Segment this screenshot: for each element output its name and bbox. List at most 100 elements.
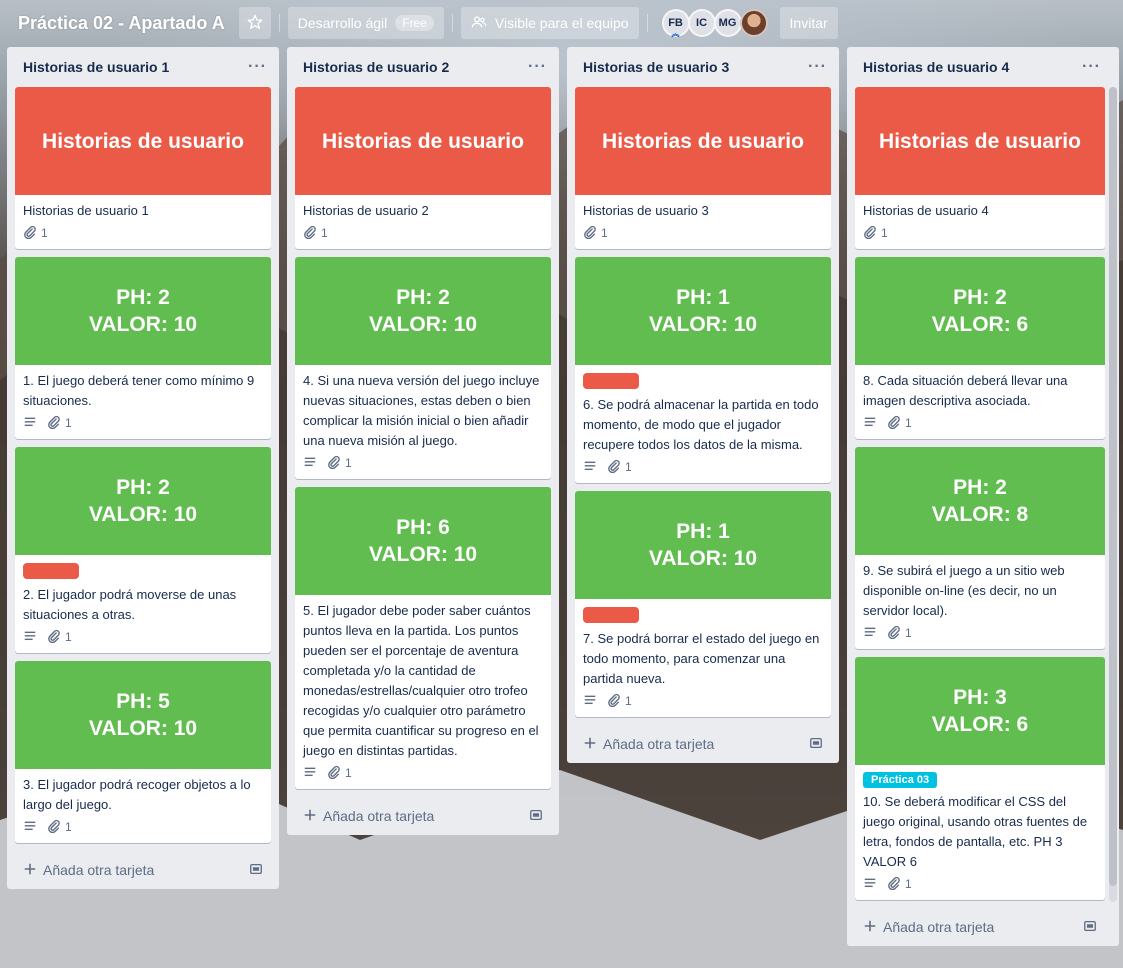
card[interactable]: Historias de usuario Historias de usuari…	[295, 87, 551, 249]
card[interactable]: PH: 2 VALOR: 10 1. El juego deberá tener …	[15, 257, 271, 439]
description-icon	[863, 415, 877, 432]
attachment-icon	[47, 819, 61, 836]
card-cover: Historias de usuario	[15, 87, 271, 195]
attachment-icon	[327, 455, 341, 472]
card-cover: Historias de usuario	[295, 87, 551, 195]
cover-text: VALOR: 10	[88, 503, 198, 526]
add-card-label: Añada otra tarjeta	[323, 808, 435, 824]
add-card-button[interactable]: Añada otra tarjeta	[575, 725, 831, 763]
list-title[interactable]: Historias de usuario 3	[583, 59, 729, 75]
visibility-label: Visible para el equipo	[494, 15, 629, 31]
card[interactable]: PH: 1 VALOR: 10 7. Se podrá borrar el est…	[575, 491, 831, 717]
card-label[interactable]: Práctica 03	[863, 772, 938, 788]
list-title[interactable]: Historias de usuario 2	[303, 59, 449, 75]
card[interactable]: Historias de usuario Historias de usuari…	[15, 87, 271, 249]
star-button[interactable]	[238, 7, 271, 39]
attachment-badge: 1	[607, 693, 632, 710]
description-icon	[583, 693, 597, 710]
avatar[interactable]: MG	[713, 9, 742, 37]
attachment-badge: 1	[47, 819, 72, 836]
card[interactable]: PH: 1 VALOR: 10 6. Se podrá almacenar la …	[575, 257, 831, 483]
list-scrollbar[interactable]	[1109, 87, 1117, 902]
workspace-label: Desarrollo ágil	[297, 15, 388, 31]
card[interactable]: Historias de usuario Historias de usuari…	[855, 87, 1105, 249]
attachment-icon	[327, 765, 341, 782]
card-badges: 1	[583, 223, 823, 247]
invite-button[interactable]: Invitar	[779, 7, 838, 39]
avatar[interactable]: IC	[687, 9, 716, 37]
list-menu-icon[interactable]: ···	[528, 58, 551, 76]
attachment-count: 1	[625, 460, 632, 474]
card-template-icon[interactable]	[1083, 919, 1097, 936]
list-title[interactable]: Historias de usuario 4	[863, 59, 1009, 75]
visibility-button[interactable]: Visible para el equipo	[460, 7, 639, 39]
card-template-icon[interactable]	[249, 862, 263, 879]
list-header[interactable]: Historias de usuario 3 ···	[575, 47, 831, 87]
list-3: Historias de usuario 3 ··· Historias de …	[567, 47, 839, 763]
list-4: Historias de usuario 4 ··· Historias de …	[847, 47, 1119, 946]
card[interactable]: PH: 3 VALOR: 6 Práctica 03 10. Se deberá …	[855, 657, 1105, 900]
card-cover: PH: 2 VALOR: 10	[295, 257, 551, 365]
list-header[interactable]: Historias de usuario 2 ···	[295, 47, 551, 87]
card-title: 8. Cada situación deberá llevar una imag…	[863, 373, 1068, 408]
card-title: 6. Se podrá almacenar la partida en todo…	[583, 397, 819, 452]
card-cover: PH: 2 VALOR: 10	[15, 257, 271, 365]
card-cover: PH: 6 VALOR: 10	[295, 487, 551, 595]
card[interactable]: PH: 2 VALOR: 8 9. Se subirá el juego a un…	[855, 447, 1105, 649]
list-header[interactable]: Historias de usuario 1 ···	[15, 47, 271, 87]
invite-label: Invitar	[789, 15, 828, 31]
workspace-button[interactable]: Desarrollo ágil Free	[287, 7, 444, 39]
attachment-icon	[863, 225, 877, 242]
add-card-button[interactable]: Añada otra tarjeta	[15, 851, 271, 889]
list-header[interactable]: Historias de usuario 4 ···	[855, 47, 1105, 87]
card[interactable]: PH: 2 VALOR: 10 4. Si una nueva versión d…	[295, 257, 551, 479]
member-avatars: FB ︽ IC MG	[661, 9, 768, 38]
cover-text: Historias de usuario	[42, 129, 244, 153]
attachment-icon	[23, 225, 37, 242]
cover-text: PH: 2	[953, 476, 1007, 499]
attachment-badge: 1	[303, 225, 328, 242]
add-card-button[interactable]: Añada otra tarjeta	[855, 908, 1105, 946]
cover-text: PH: 2	[116, 476, 170, 499]
attachment-icon	[887, 625, 901, 642]
list-title[interactable]: Historias de usuario 1	[23, 59, 169, 75]
card-template-icon[interactable]	[529, 808, 543, 825]
card-label-red[interactable]	[23, 563, 79, 579]
card-label-red[interactable]	[583, 607, 639, 623]
attachment-icon	[607, 693, 621, 710]
attachment-count: 1	[345, 456, 352, 470]
card-badges: 1	[583, 691, 823, 715]
card[interactable]: PH: 2 VALOR: 10 2. El jugador podrá mover…	[15, 447, 271, 653]
list-menu-icon[interactable]: ···	[248, 58, 271, 76]
avatar[interactable]: FB ︽	[661, 9, 690, 38]
attachment-count: 1	[65, 630, 72, 644]
card-badges: 1	[863, 223, 1097, 247]
avatar-photo[interactable]	[739, 9, 768, 37]
card-badges: 1	[583, 457, 823, 481]
card-cover: Historias de usuario	[855, 87, 1105, 195]
star-icon	[247, 14, 263, 33]
team-icon	[471, 14, 487, 33]
list-scrollbar-thumb[interactable]	[1109, 87, 1117, 886]
card[interactable]: Historias de usuario Historias de usuari…	[575, 87, 831, 249]
list-2: Historias de usuario 2 ··· Historias de …	[287, 47, 559, 835]
attachment-badge: 1	[863, 225, 888, 242]
card-label-red[interactable]	[583, 373, 639, 389]
card[interactable]: PH: 5 VALOR: 10 3. El jugador podrá recog…	[15, 661, 271, 843]
list-1: Historias de usuario 1 ··· Historias de …	[7, 47, 279, 889]
list-menu-icon[interactable]: ···	[808, 58, 831, 76]
add-card-button[interactable]: Añada otra tarjeta	[295, 797, 551, 835]
card[interactable]: PH: 6 VALOR: 10 5. El jugador debe poder …	[295, 487, 551, 789]
card-title: 2. El jugador podrá moverse de unas situ…	[23, 587, 237, 622]
card-title: 1. El juego deberá tener como mínimo 9 s…	[23, 373, 255, 408]
board-title[interactable]: Práctica 02 - Apartado A	[12, 7, 231, 39]
card-template-icon[interactable]	[809, 736, 823, 753]
card-cover: PH: 3 VALOR: 6	[855, 657, 1105, 765]
attachment-badge: 1	[47, 629, 72, 646]
card-cover: PH: 2 VALOR: 8	[855, 447, 1105, 555]
plus-icon	[23, 862, 37, 879]
attachment-badge: 1	[23, 225, 48, 242]
card[interactable]: PH: 2 VALOR: 6 8. Cada situación deberá l…	[855, 257, 1105, 439]
list-menu-icon[interactable]: ···	[1082, 58, 1105, 76]
cover-text: PH: 5	[116, 690, 170, 713]
